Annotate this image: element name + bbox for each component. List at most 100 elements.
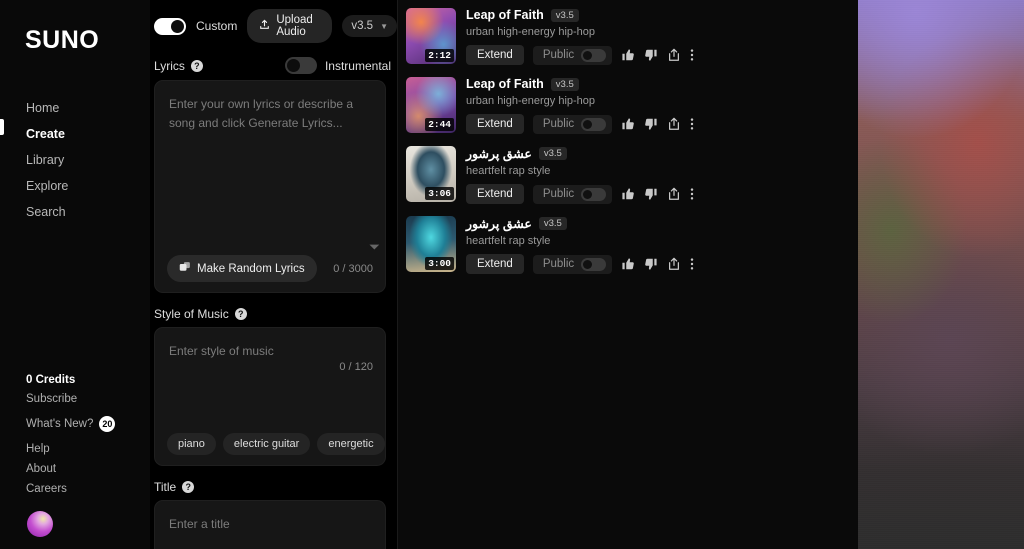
thumbs-up-icon[interactable]	[621, 117, 635, 131]
sidebar-item-home[interactable]: Home	[0, 95, 150, 121]
sidebar-item-explore[interactable]: Explore	[0, 173, 150, 199]
sidebar-nav: Home Create Library Explore Search	[0, 95, 150, 225]
lyrics-input[interactable]: Enter your own lyrics or describe a song…	[155, 81, 385, 132]
public-toggle[interactable]: Public	[532, 254, 613, 274]
track-duration: 3:06	[425, 187, 454, 200]
style-panel: Enter style of music 0 / 120 piano elect…	[154, 327, 386, 466]
share-icon[interactable]	[667, 117, 681, 131]
style-section-header: Style of Music ?	[150, 293, 397, 327]
thumbs-up-icon[interactable]	[621, 48, 635, 62]
share-icon[interactable]	[667, 257, 681, 271]
whats-new-label: What's New?	[26, 418, 94, 430]
now-playing-artwork	[858, 0, 1024, 549]
model-version-dropdown[interactable]: v3.5 ▼	[342, 15, 397, 37]
title-input[interactable]: Enter a title	[155, 501, 385, 534]
suno-create-page: SUNO Home Create Library Explore Search …	[0, 0, 1024, 549]
thumbs-down-icon[interactable]	[644, 48, 658, 62]
lyrics-title: Lyrics	[154, 58, 185, 73]
more-options-icon[interactable]	[690, 117, 694, 131]
careers-link[interactable]: Careers	[0, 479, 150, 499]
track-version-tag: v3.5	[550, 77, 579, 91]
style-chip-list: piano electric guitar energetic disco	[155, 424, 385, 455]
public-label: Public	[542, 188, 575, 200]
public-label: Public	[542, 258, 575, 270]
track-title[interactable]: Leap of Faith	[466, 77, 544, 91]
track-duration: 2:44	[425, 118, 454, 131]
track-version-tag: v3.5	[538, 147, 567, 160]
thumbs-up-icon[interactable]	[621, 187, 635, 201]
track-version-tag: v3.5	[538, 217, 567, 230]
custom-mode-toggle[interactable]	[154, 17, 186, 35]
lyrics-panel: Enter your own lyrics or describe a song…	[154, 80, 386, 293]
title-section-header: Title ?	[150, 466, 397, 500]
whats-new-badge: 20	[99, 416, 116, 432]
upload-audio-button[interactable]: Upload Audio	[247, 9, 333, 43]
share-icon[interactable]	[667, 48, 681, 62]
model-version-label: v3.5	[351, 20, 374, 32]
upload-audio-label: Upload Audio	[276, 14, 313, 38]
subscribe-link[interactable]: Subscribe	[0, 389, 150, 409]
instrumental-label: Instrumental	[324, 58, 391, 73]
more-options-icon[interactable]	[690, 187, 694, 201]
avatar[interactable]	[27, 511, 53, 537]
make-random-lyrics-button[interactable]: Make Random Lyrics	[167, 255, 317, 282]
track-title[interactable]: عشق پرشور	[466, 216, 532, 231]
instrumental-toggle[interactable]	[284, 57, 317, 74]
title-panel: Enter a title	[154, 500, 386, 549]
style-chip[interactable]: electric guitar	[222, 433, 311, 455]
sidebar-item-library[interactable]: Library	[0, 147, 150, 173]
extend-button[interactable]: Extend	[466, 114, 524, 134]
custom-mode-label: Custom	[196, 19, 238, 33]
thumbs-down-icon[interactable]	[644, 117, 658, 131]
chevron-down-icon: ▼	[380, 21, 388, 31]
extend-button[interactable]: Extend	[466, 45, 524, 65]
credits-label: 0 Credits	[26, 374, 76, 386]
thumbs-down-icon[interactable]	[644, 257, 658, 271]
track-title[interactable]: عشق پرشور	[466, 146, 532, 161]
lyrics-counter: 0 / 3000	[333, 262, 373, 275]
extend-button[interactable]: Extend	[466, 184, 524, 204]
sidebar-item-create[interactable]: Create	[0, 121, 150, 147]
share-icon[interactable]	[667, 187, 681, 201]
sidebar-item-search[interactable]: Search	[0, 199, 150, 225]
suno-logo[interactable]: SUNO	[25, 26, 150, 55]
create-toolbar: Custom Upload Audio v3.5 ▼	[150, 0, 397, 43]
style-counter: 0 / 120	[339, 360, 373, 373]
thumbs-down-icon[interactable]	[644, 187, 658, 201]
extend-button[interactable]: Extend	[466, 254, 524, 274]
help-link[interactable]: Help	[0, 439, 150, 459]
help-icon[interactable]: ?	[234, 308, 247, 320]
title-label: Title	[154, 480, 177, 494]
public-label: Public	[542, 118, 575, 130]
whats-new-link[interactable]: What's New? 20	[0, 409, 150, 439]
sidebar-footer: 0 Credits Subscribe What's New? 20 Help …	[0, 371, 150, 549]
resize-handle-icon[interactable]: ◢	[368, 238, 381, 251]
lyrics-section-header: Lyrics ? Instrumental	[150, 43, 397, 80]
track-version-tag: v3.5	[550, 8, 579, 22]
more-options-icon[interactable]	[690, 257, 694, 271]
track-title[interactable]: Leap of Faith	[466, 8, 544, 22]
track-artwork[interactable]: 2:44	[406, 77, 456, 133]
public-label: Public	[542, 49, 575, 61]
style-chip[interactable]: piano	[167, 433, 216, 455]
style-title: Style of Music	[154, 307, 229, 321]
more-options-icon[interactable]	[690, 48, 694, 62]
style-input[interactable]: Enter style of music	[155, 328, 385, 361]
track-artwork[interactable]: 2:12	[406, 8, 456, 64]
create-form: Custom Upload Audio v3.5 ▼ Lyrics ? Inst…	[150, 0, 398, 549]
help-icon[interactable]: ?	[182, 481, 195, 493]
dice-icon	[179, 261, 191, 276]
track-duration: 2:12	[425, 49, 454, 62]
public-toggle[interactable]: Public	[532, 45, 613, 65]
track-duration: 3:00	[425, 257, 454, 270]
help-icon[interactable]: ?	[190, 59, 203, 72]
thumbs-up-icon[interactable]	[621, 257, 635, 271]
public-toggle[interactable]: Public	[532, 184, 613, 204]
style-chip[interactable]: energetic	[317, 433, 385, 455]
track-artwork[interactable]: 3:00	[406, 216, 456, 272]
make-random-lyrics-label: Make Random Lyrics	[197, 262, 305, 275]
track-artwork[interactable]: 3:06	[406, 146, 456, 202]
public-toggle[interactable]: Public	[532, 114, 613, 134]
about-link[interactable]: About	[0, 459, 150, 479]
sidebar: SUNO Home Create Library Explore Search …	[0, 0, 150, 549]
